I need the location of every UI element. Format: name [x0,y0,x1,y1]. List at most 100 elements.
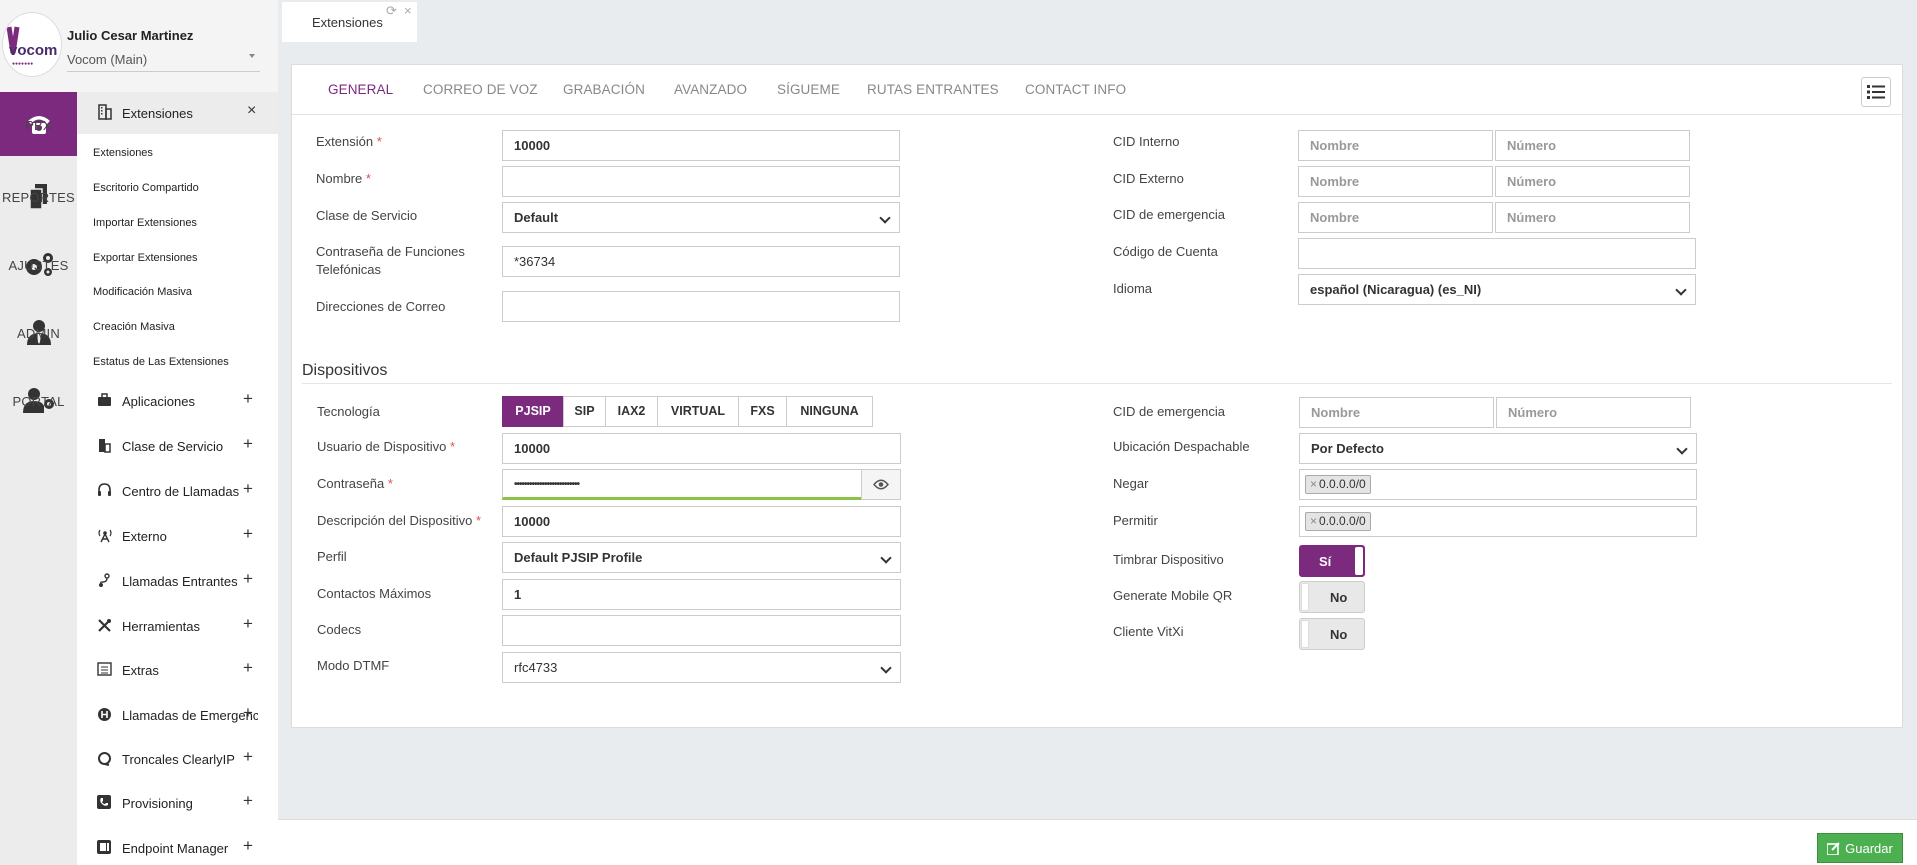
cid-emergencia-numero-field[interactable]: Número [1495,202,1690,233]
negar-tags-field[interactable]: × 0.0.0.0/0 [1299,469,1697,500]
ubicacion-select[interactable]: Por Defecto [1299,433,1697,464]
submenu-link-importar[interactable]: Importar Extensiones [93,217,197,229]
dtmf-select[interactable]: rfc4733 [502,652,901,683]
nav-pbx[interactable]: PBX [0,92,77,156]
tab-grabacion[interactable]: GRABACIÓN [563,82,645,97]
idioma-select[interactable]: español (Nicaragua) (es_NI) [1298,274,1696,305]
plus-icon[interactable]: + [243,836,253,856]
fc-password-field[interactable]: *36734 [502,246,900,277]
tab-avanzado[interactable]: AVANZADO [674,82,747,97]
cid-interno-nombre-field[interactable]: Nombre [1298,130,1493,161]
tech-option-sip[interactable]: SIP [563,396,606,427]
tab-correo-de-voz[interactable]: CORREO DE VOZ [423,82,538,97]
section-centro-llamadas[interactable]: Centro de Llamadas + [77,477,278,505]
plus-icon[interactable]: + [243,791,253,811]
section-provisioning[interactable]: Provisioning + [77,789,278,817]
plus-icon[interactable]: + [243,703,253,723]
submenu-link-estatus[interactable]: Estatus de Las Extensiones [93,356,229,368]
submenu-link-escritorio[interactable]: Escritorio Compartido [93,182,199,194]
plus-icon[interactable]: + [243,614,253,634]
nav-reportes[interactable]: REPORTES [0,164,77,228]
show-password-button[interactable] [861,469,901,500]
tenant-selector[interactable]: Vocom (Main) [67,52,147,67]
tech-option-iax2[interactable]: IAX2 [605,396,658,427]
tab-general[interactable]: GENERAL [328,82,393,97]
building-door-icon [99,439,111,453]
plus-icon[interactable]: + [243,479,253,499]
tag-remove-icon[interactable]: × [1310,477,1317,491]
section-endpoint-manager[interactable]: Endpoint Manager + [77,834,278,862]
section-aplicaciones[interactable]: Aplicaciones + [77,387,278,415]
close-icon[interactable]: × [404,3,412,18]
tag-remove-icon[interactable]: × [1310,514,1317,528]
plus-icon[interactable]: + [243,434,253,454]
section-extras[interactable]: Extras + [77,656,278,684]
plus-icon[interactable]: + [243,658,253,678]
cid-externo-nombre-field[interactable]: Nombre [1298,166,1493,197]
cid-emergencia-nombre-field[interactable]: Nombre [1298,202,1493,233]
tech-option-fxs[interactable]: FXS [738,396,787,427]
cid-externo-numero-field[interactable]: Número [1495,166,1690,197]
cos-select[interactable]: Default [502,202,900,233]
cid-interno-numero-field[interactable]: Número [1495,130,1690,161]
plus-icon[interactable]: + [243,389,253,409]
plus-icon[interactable]: + [243,747,253,767]
cuenta-field[interactable] [1298,238,1696,269]
codecs-field[interactable] [502,615,901,646]
section-externo[interactable]: Externo + [77,522,278,550]
plus-icon[interactable]: + [243,524,253,544]
pbx-submenu: Extensiones × Extensiones Escritorio Com… [77,92,278,865]
section-llamadas-entrantes[interactable]: Llamadas Entrantes + [77,567,278,595]
device-cid-numero-field[interactable]: Número [1496,397,1691,428]
submenu-link-extensiones[interactable]: Extensiones [93,147,153,159]
nav-admin[interactable]: ADMIN [0,300,77,364]
perfil-select[interactable]: Default PJSIP Profile [502,542,901,573]
submenu-link-modificacion[interactable]: Modificación Masiva [93,286,192,298]
email-field[interactable] [502,291,900,322]
tab-rutas-entrantes[interactable]: RUTAS ENTRANTES [867,82,999,97]
plus-icon[interactable]: + [243,569,253,589]
menu-list-button[interactable] [1861,77,1891,107]
tab-contact-info[interactable]: CONTACT INFO [1025,82,1126,97]
section-label: Extras [122,663,159,678]
submenu-header[interactable]: Extensiones × [77,92,278,134]
save-button[interactable]: Guardar [1817,833,1903,863]
tab-sigueme[interactable]: SÍGUEME [777,82,840,97]
tech-option-virtual[interactable]: VIRTUAL [657,396,739,427]
permitir-tags-field[interactable]: × 0.0.0.0/0 [1299,506,1697,537]
page-tab-extensiones[interactable]: Extensiones ⟳ × [282,2,417,42]
submenu-link-creacion[interactable]: Creación Masiva [93,321,175,333]
cid-interno-label: CID Interno [1113,134,1180,149]
refresh-icon[interactable]: ⟳ [386,3,397,19]
ip-tag[interactable]: × 0.0.0.0/0 [1305,475,1371,494]
device-password-field[interactable]: •••••••••••••••••••••••••• [502,469,862,500]
tech-option-pjsip[interactable]: PJSIP [502,396,564,427]
nav-portal[interactable]: PORTAL [0,368,77,432]
section-label: Herramientas [122,619,201,634]
section-troncales[interactable]: Troncales ClearlyIP + [77,745,278,773]
main-nav-rail: PBX REPORTES AJUSTES ADMIN PORTAL [0,92,77,865]
submenu-link-exportar[interactable]: Exportar Extensiones [93,252,198,264]
nav-label: ADMIN [17,325,60,341]
vitxi-toggle[interactable]: No [1299,618,1365,650]
section-herramientas[interactable]: Herramientas + [77,612,278,640]
section-label: Externo [122,529,167,544]
timbrar-toggle[interactable]: Sí [1299,545,1365,577]
nombre-field[interactable] [502,166,900,197]
close-icon[interactable]: × [247,102,256,120]
section-llamadas-emergencia[interactable]: Llamadas de Emergencia + [77,701,278,729]
ip-tag[interactable]: × 0.0.0.0/0 [1305,512,1371,531]
device-user-field[interactable]: 10000 [502,433,901,464]
section-label: Troncales ClearlyIP [122,752,235,767]
nav-ajustes[interactable]: AJUSTES [0,232,77,296]
caret-down-icon[interactable] [249,54,255,58]
device-cid-nombre-field[interactable]: Nombre [1299,397,1494,428]
device-description-field[interactable]: 10000 [502,506,901,537]
perfil-label: Perfil [317,549,347,564]
max-contacts-field[interactable]: 1 [502,579,901,610]
extension-field[interactable]: 10000 [502,130,900,161]
qr-toggle[interactable]: No [1299,581,1365,613]
section-clase-servicio[interactable]: Clase de Servicio + [77,432,278,460]
user-header[interactable]: vocom ●●●●●●● Julio Cesar Martinez Vocom… [0,0,278,92]
tech-option-ninguna[interactable]: NINGUNA [786,396,873,427]
